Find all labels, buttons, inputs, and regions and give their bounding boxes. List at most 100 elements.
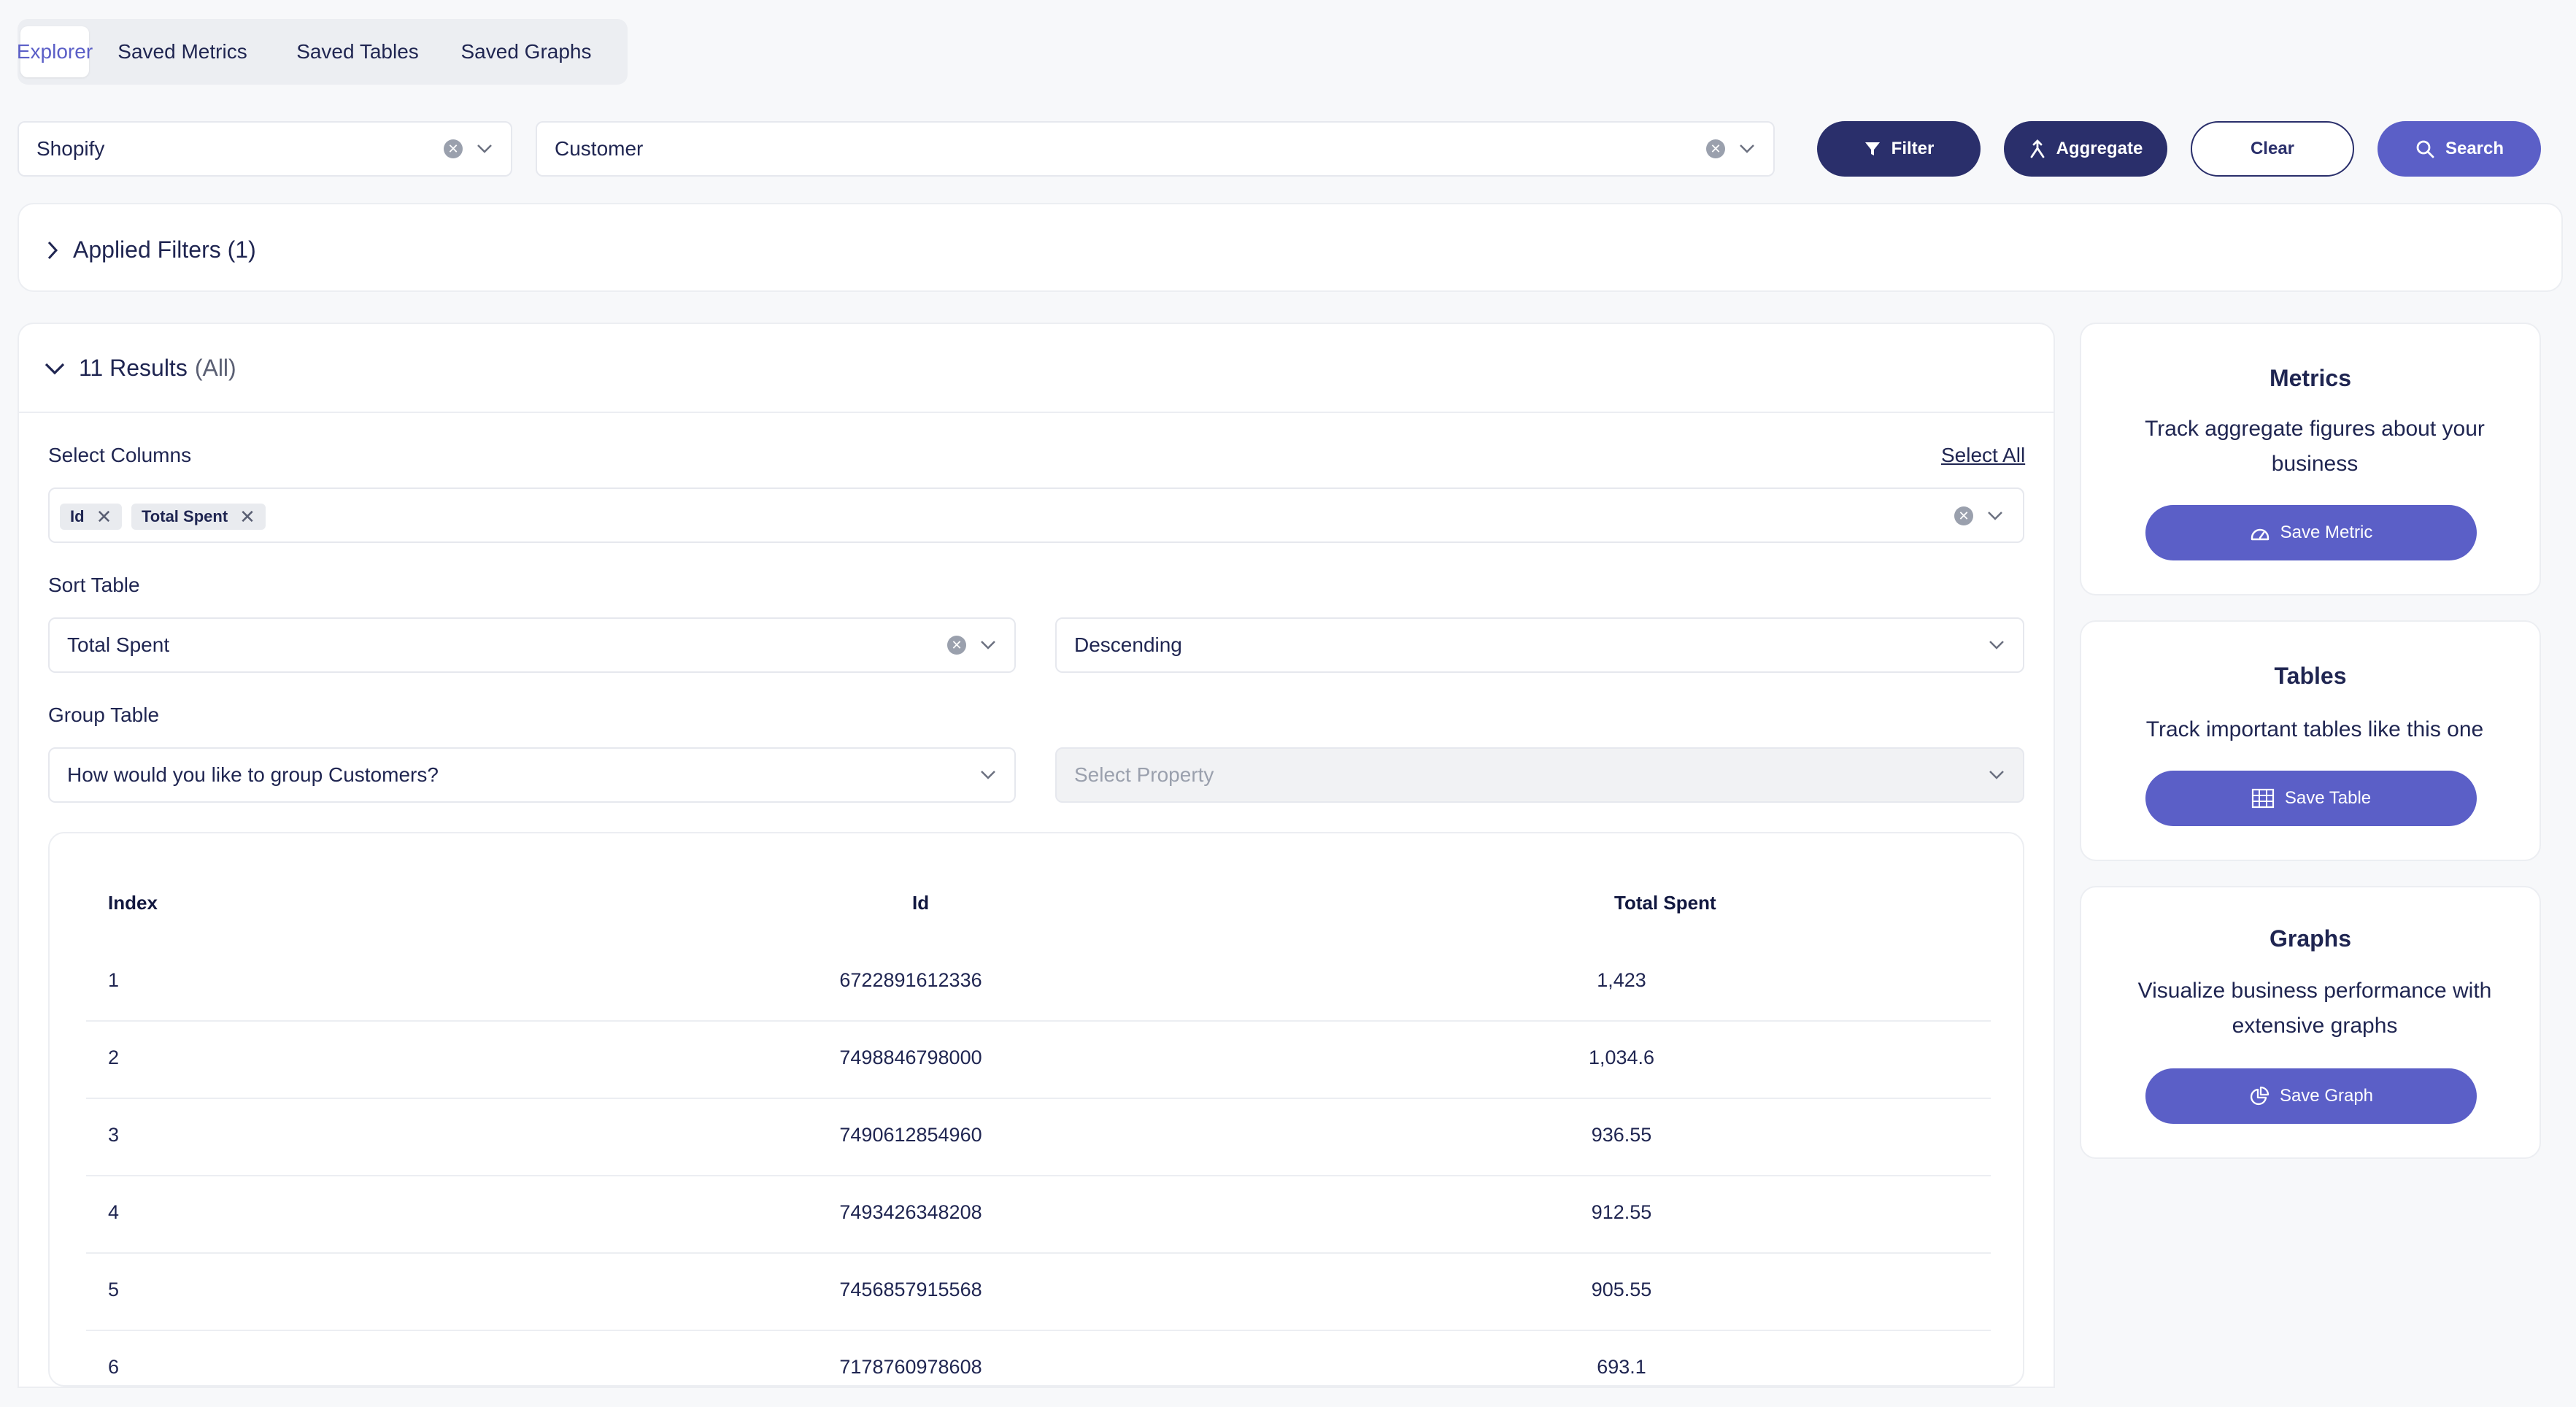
close-icon[interactable]: ✕ bbox=[96, 507, 112, 526]
entity-clear-icon[interactable]: ✕ bbox=[1706, 139, 1725, 158]
tables-card: Tables Track important tables like this … bbox=[2080, 620, 2541, 861]
sort-clear-icon[interactable]: ✕ bbox=[947, 636, 966, 655]
chevron-down-icon[interactable] bbox=[979, 766, 997, 784]
group-property-placeholder: Select Property bbox=[1074, 763, 1214, 786]
entity-value: Customer bbox=[555, 137, 644, 160]
divider bbox=[19, 412, 2054, 413]
clear-button[interactable]: Clear bbox=[2191, 121, 2354, 177]
sort-table-label: Sort Table bbox=[48, 574, 140, 596]
cell-index: 4 bbox=[108, 1201, 120, 1223]
chevron-down-icon[interactable] bbox=[1986, 507, 2004, 525]
cell-index: 6 bbox=[108, 1356, 120, 1378]
table-row: 2 7498846798000 1,034.6 bbox=[86, 1020, 1991, 1099]
tab-saved-graphs[interactable]: Saved Graphs bbox=[451, 26, 601, 77]
columns-clear-icon[interactable]: ✕ bbox=[1954, 506, 1973, 525]
graphs-card: Graphs Visualize business performance wi… bbox=[2080, 886, 2541, 1159]
results-count: 11 Results bbox=[79, 355, 188, 381]
chevron-down-icon bbox=[45, 363, 65, 374]
save-metric-button[interactable]: Save Metric bbox=[2145, 505, 2477, 560]
cell-id: 7456857915568 bbox=[839, 1279, 982, 1300]
chevron-right-icon bbox=[47, 241, 58, 259]
gauge-icon bbox=[2251, 528, 2269, 541]
group-table-label: Group Table bbox=[48, 704, 160, 726]
table-icon bbox=[2251, 788, 2274, 809]
metrics-title: Metrics bbox=[2269, 365, 2352, 391]
cell-total-spent: 905.55 bbox=[1591, 1279, 1652, 1300]
header-index: Index bbox=[108, 892, 158, 914]
tab-bar: Explorer Saved Metrics Saved Tables Save… bbox=[17, 19, 628, 85]
cell-total-spent: 912.55 bbox=[1591, 1201, 1652, 1223]
cell-id: 7498846798000 bbox=[839, 1046, 982, 1068]
chevron-down-icon[interactable] bbox=[1988, 636, 2005, 654]
source-clear-icon[interactable]: ✕ bbox=[444, 139, 463, 158]
tab-saved-tables[interactable]: Saved Tables bbox=[289, 26, 426, 77]
table-row: 3 7490612854960 936.55 bbox=[86, 1098, 1991, 1176]
clear-label: Clear bbox=[2250, 139, 2295, 158]
group-by-placeholder: How would you like to group Customers? bbox=[67, 763, 439, 786]
column-chip-total-spent: Total Spent ✕ bbox=[131, 504, 266, 530]
select-all-link[interactable]: Select All bbox=[1941, 444, 2025, 467]
graphs-title: Graphs bbox=[2269, 925, 2352, 952]
cell-id: 7490612854960 bbox=[839, 1124, 982, 1146]
applied-filters-panel: Applied Filters (1) bbox=[18, 203, 2563, 292]
save-graph-button[interactable]: Save Graph bbox=[2145, 1068, 2477, 1124]
sort-by-value: Total Spent bbox=[67, 633, 170, 656]
results-scope: (All) bbox=[194, 355, 236, 381]
search-button[interactable]: Search bbox=[2378, 121, 2541, 177]
table-row: 6 7178760978608 693.1 bbox=[86, 1330, 1991, 1407]
chip-label: Id bbox=[70, 507, 85, 525]
save-table-button[interactable]: Save Table bbox=[2145, 771, 2477, 826]
applied-filters-toggle[interactable]: Applied Filters (1) bbox=[47, 236, 256, 263]
select-columns-label: Select Columns bbox=[48, 444, 192, 466]
entity-select[interactable]: Customer ✕ bbox=[536, 121, 1775, 177]
chevron-down-icon[interactable] bbox=[979, 636, 997, 654]
metrics-card: Metrics Track aggregate figures about yo… bbox=[2080, 323, 2541, 595]
chevron-down-icon[interactable] bbox=[476, 140, 493, 158]
tab-saved-metrics[interactable]: Saved Metrics bbox=[102, 26, 263, 77]
graphs-description: Visualize business performance with exte… bbox=[2137, 979, 2492, 1038]
cell-index: 5 bbox=[108, 1279, 120, 1300]
columns-multiselect[interactable]: Id ✕ Total Spent ✕ ✕ bbox=[48, 487, 2024, 543]
merge-icon bbox=[2030, 139, 2045, 158]
aggregate-label: Aggregate bbox=[2056, 139, 2143, 158]
sort-order-value: Descending bbox=[1074, 633, 1182, 656]
group-by-select[interactable]: How would you like to group Customers? bbox=[48, 747, 1016, 803]
cell-id: 7178760978608 bbox=[839, 1356, 982, 1378]
cell-index: 2 bbox=[108, 1046, 120, 1068]
table-row: 5 7456857915568 905.55 bbox=[86, 1252, 1991, 1331]
cell-index: 3 bbox=[108, 1124, 120, 1146]
group-property-select: Select Property bbox=[1055, 747, 2024, 803]
results-toggle[interactable]: 11 Results (All) bbox=[44, 355, 236, 382]
cell-total-spent: 1,034.6 bbox=[1588, 1046, 1655, 1068]
close-icon[interactable]: ✕ bbox=[239, 507, 255, 526]
applied-filters-label: Applied Filters (1) bbox=[73, 236, 256, 263]
sort-order-select[interactable]: Descending bbox=[1055, 617, 2024, 673]
cell-total-spent: 936.55 bbox=[1591, 1124, 1652, 1146]
sort-by-select[interactable]: Total Spent ✕ bbox=[48, 617, 1016, 673]
cell-total-spent: 1,423 bbox=[1597, 969, 1646, 991]
results-table: Index Id Total Spent 1 6722891612336 1,4… bbox=[48, 832, 2024, 1387]
metrics-description: Track aggregate figures about your busin… bbox=[2145, 417, 2485, 476]
header-total-spent: Total Spent bbox=[1614, 892, 1716, 914]
cell-id: 7493426348208 bbox=[839, 1201, 982, 1223]
filter-button[interactable]: Filter bbox=[1817, 121, 1981, 177]
header-id: Id bbox=[912, 892, 930, 914]
pie-chart-icon bbox=[2250, 1086, 2270, 1106]
chevron-down-icon[interactable] bbox=[1738, 140, 1756, 158]
cell-index: 1 bbox=[108, 969, 120, 991]
tables-title: Tables bbox=[2274, 663, 2347, 689]
filter-icon bbox=[1864, 142, 1880, 155]
table-row: 1 6722891612336 1,423 bbox=[86, 943, 1991, 1022]
cell-id: 6722891612336 bbox=[839, 969, 982, 991]
source-select[interactable]: Shopify ✕ bbox=[18, 121, 512, 177]
save-metric-label: Save Metric bbox=[2280, 523, 2373, 542]
tables-description: Track important tables like this one bbox=[2145, 717, 2484, 741]
chip-label: Total Spent bbox=[142, 507, 228, 525]
aggregate-button[interactable]: Aggregate bbox=[2004, 121, 2167, 177]
table-row: 4 7493426348208 912.55 bbox=[86, 1175, 1991, 1254]
chevron-down-icon bbox=[1988, 766, 2005, 784]
source-value: Shopify bbox=[36, 137, 105, 160]
table-header: Index Id Total Spent bbox=[50, 892, 2023, 921]
search-icon bbox=[2416, 140, 2434, 158]
tab-explorer[interactable]: Explorer bbox=[17, 26, 93, 77]
